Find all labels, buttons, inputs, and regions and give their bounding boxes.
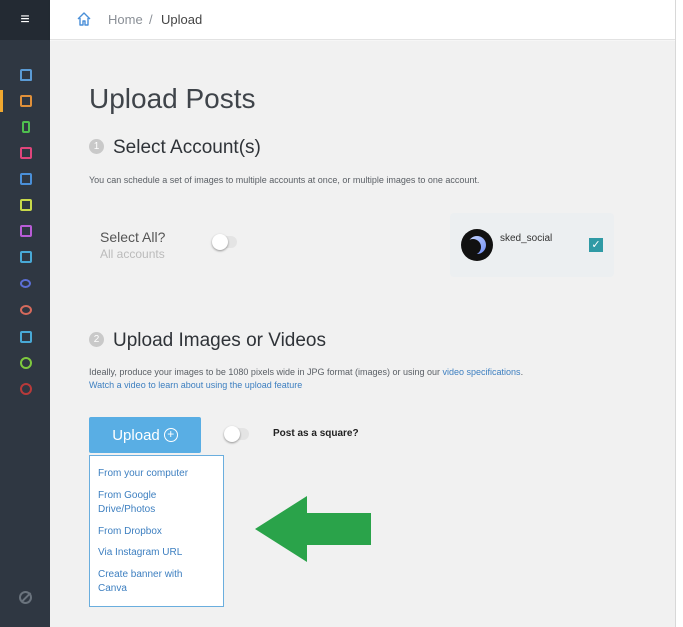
breadcrumb-separator: / (149, 12, 153, 27)
account-checkbox[interactable]: ✓ (589, 238, 603, 252)
all-accounts-label: All accounts (100, 247, 165, 261)
upload-button[interactable]: Upload + (89, 417, 201, 453)
menu-item-dropbox[interactable]: From Dropbox (98, 525, 218, 539)
upload-description-text: Ideally, produce your images to be 1080 … (89, 367, 443, 377)
post-square-toggle[interactable] (224, 426, 249, 442)
top-bar: Home / Upload (50, 0, 675, 40)
users-icon[interactable] (20, 279, 31, 288)
menu-item-from-computer[interactable]: From your computer (98, 467, 218, 481)
video-specifications-link[interactable]: video specifications (443, 367, 521, 377)
right-edge (675, 0, 683, 627)
select-all-label: Select All? (100, 229, 166, 245)
edit-icon[interactable] (20, 199, 32, 211)
menu-item-instagram-url[interactable]: Via Instagram URL (98, 546, 218, 560)
sidebar-active-indicator (0, 90, 3, 112)
plus-circle-icon: + (163, 428, 178, 442)
home-icon[interactable] (76, 11, 92, 27)
step-2-badge: 2 (89, 332, 104, 347)
upload-dropdown-menu: From your computer From Google Drive/Pho… (89, 455, 224, 607)
upload-description-end: . (520, 367, 524, 377)
sidebar: ≡ (0, 0, 50, 627)
select-accounts-description: You can schedule a set of images to mult… (89, 175, 480, 185)
inbox-icon[interactable] (20, 251, 32, 263)
help-icon[interactable] (20, 383, 32, 395)
hamburger-menu-button[interactable]: ≡ (0, 0, 50, 40)
watch-video-link[interactable]: Watch a video to learn about using the u… (89, 380, 302, 390)
page-title: Upload Posts (89, 83, 256, 114)
grid-icon[interactable] (20, 173, 32, 185)
avatar (461, 229, 493, 261)
select-all-toggle[interactable] (212, 234, 237, 250)
breadcrumb-home[interactable]: Home (108, 12, 143, 27)
upload-section-title: Upload Images or Videos (113, 330, 326, 351)
upload-icon[interactable] (20, 95, 32, 107)
app-frame: ≡ Home / Upload Upload Posts 1 Select Ac… (0, 0, 683, 627)
mail-icon[interactable] (20, 225, 32, 237)
menu-item-google-drive[interactable]: From Google Drive/Photos (98, 489, 188, 517)
account-card[interactable]: sked_social ✓ (450, 213, 614, 277)
upload-button-label: Upload (112, 426, 160, 444)
calendar-icon[interactable] (20, 147, 32, 159)
home-icon[interactable] (20, 69, 32, 81)
database-icon[interactable] (20, 305, 32, 315)
upload-description: Ideally, produce your images to be 1080 … (89, 366, 649, 392)
step-1-badge: 1 (89, 139, 104, 154)
post-square-label: Post as a square? (273, 428, 359, 439)
phone-icon[interactable] (22, 121, 30, 133)
select-accounts-title: Select Account(s) (113, 137, 261, 158)
user-icon[interactable] (20, 331, 32, 343)
breadcrumb-current: Upload (161, 12, 203, 27)
settings-icon[interactable] (20, 357, 32, 369)
menu-item-canva[interactable]: Create banner with Canva (98, 568, 213, 596)
block-icon[interactable] (19, 591, 32, 604)
green-arrow-icon (255, 496, 371, 562)
account-name: sked_social (500, 233, 553, 244)
